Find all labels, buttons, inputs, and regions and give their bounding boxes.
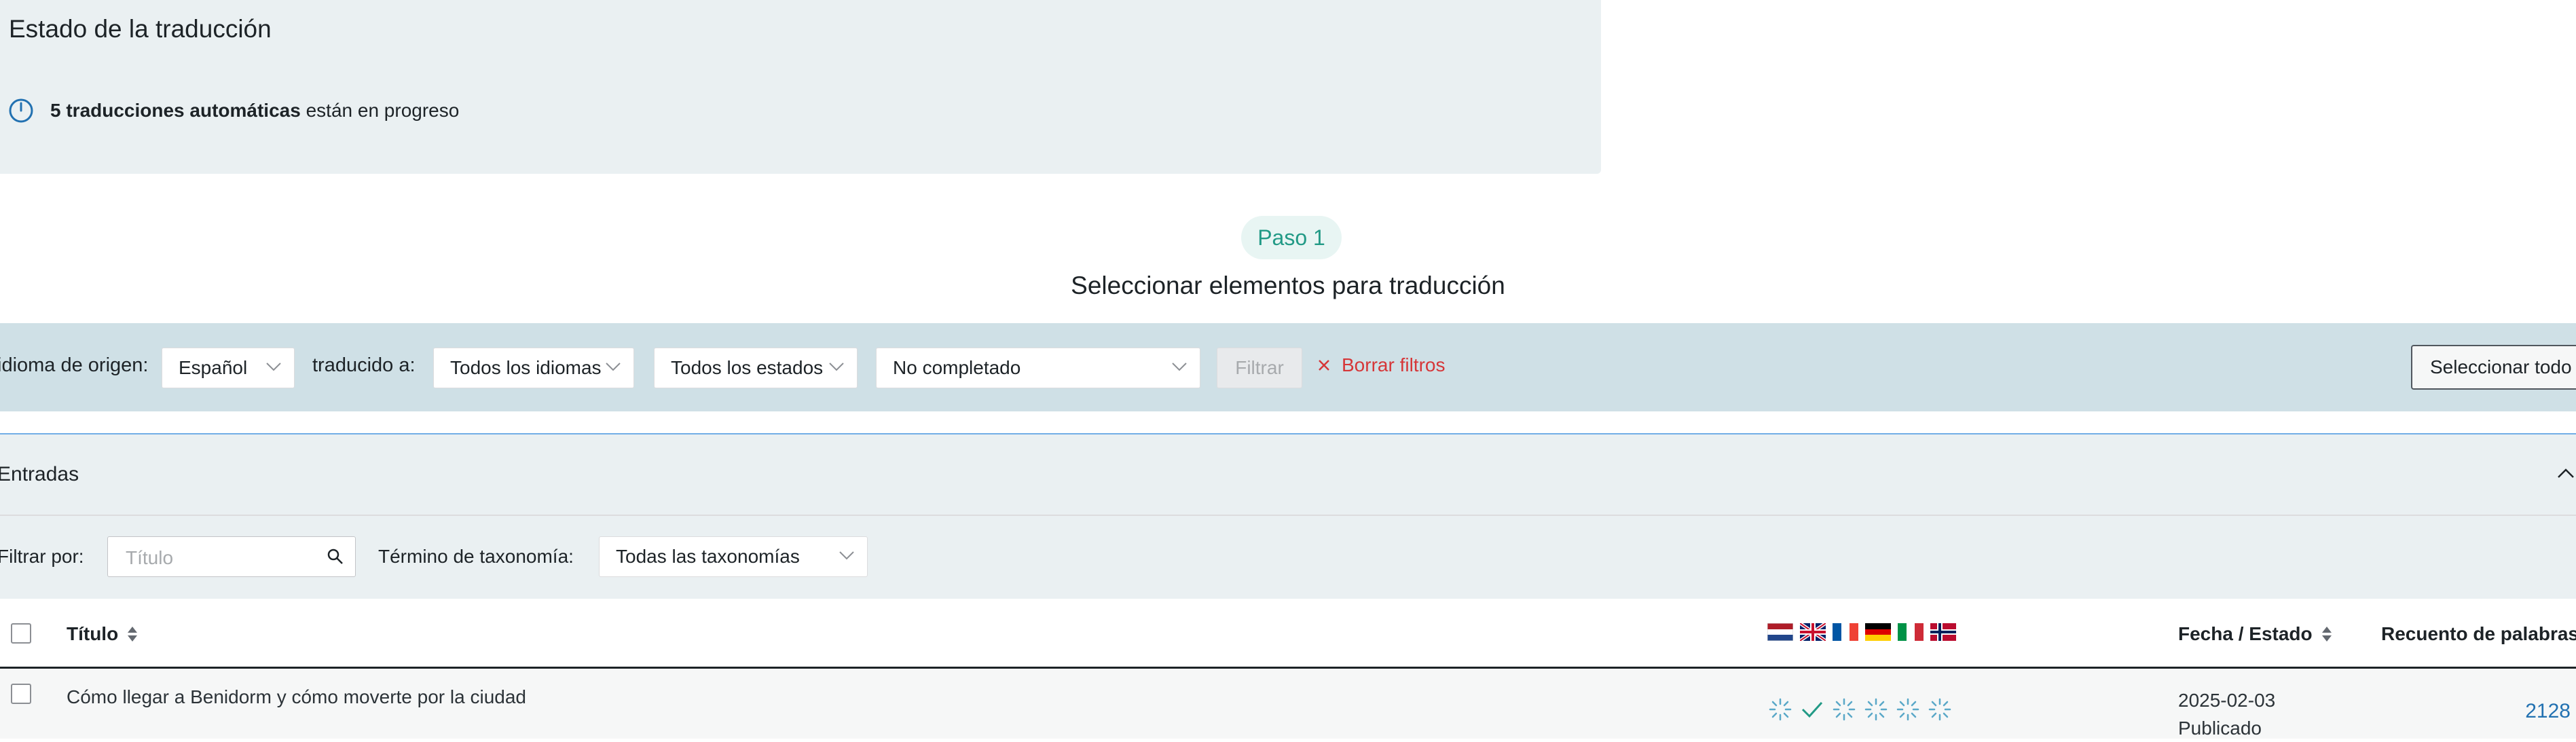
row-checkbox[interactable] [11,684,31,704]
row-date: 2025-02-03 [2178,690,2276,711]
in-progress-icon [1896,698,1919,721]
row-date-status: 2025-02-03 Publicado [2178,686,2275,742]
entries-header[interactable]: Entradas [0,434,2576,516]
chevron-down-icon [829,363,844,371]
step-badge: Paso 1 [1241,216,1342,259]
language-flags [1767,623,1963,641]
chevron-down-icon [606,363,621,371]
clear-filters-link[interactable]: Borrar filtros [1317,354,1445,376]
select-all-button[interactable]: Seleccionar todo [2411,345,2576,390]
select-all-checkbox[interactable] [11,623,31,644]
flag-no-icon [1930,623,1956,641]
clear-filters-label: Borrar filtros [1342,354,1446,375]
column-title-label: Título [67,623,119,644]
flag-it-icon [1898,623,1924,641]
search-icon[interactable] [327,548,344,565]
source-language-value: Español [179,357,248,378]
status-message: 5 traducciones automáticas están en prog… [8,98,459,124]
entries-title: Entradas [0,463,79,485]
status-suffix-text: están en progreso [300,100,460,121]
chevron-down-icon [839,551,854,560]
status-count-text: 5 traducciones automáticas [50,100,301,121]
entries-panel: Entradas Filtrar por: Término de taxonom… [0,433,2576,600]
taxonomy-label: Término de taxonomía: [378,546,574,567]
source-language-label: idioma de origen: [0,354,149,376]
filter-bar: idioma de origen: Español traducido a: T… [0,323,2576,411]
flag-de-icon [1865,623,1891,641]
check-icon [1801,701,1823,718]
in-progress-icon [1928,698,1951,721]
in-progress-icon [1769,698,1792,721]
filter-by-label: Filtrar por: [0,546,84,567]
table-header: Título Fecha / Estado Recuento de palabr… [0,599,2576,669]
chevron-down-icon [1172,363,1187,371]
title-search-input[interactable] [124,546,317,570]
column-word-count: Recuento de palabras [2381,623,2576,644]
translation-status-select[interactable]: Todos los estados [654,348,858,388]
flag-fr-icon [1833,623,1858,641]
source-language-select[interactable]: Español [162,348,295,388]
chevron-up-icon[interactable] [2556,463,2576,483]
sort-icon [2321,627,2332,642]
progress-clock-icon [9,98,33,123]
flag-en-icon [1800,623,1826,641]
target-language-label: traducido a: [312,354,416,376]
in-progress-icon [1833,698,1856,721]
table-row: Cómo llegar a Benidorm y cómo moverte po… [0,669,2576,739]
taxonomy-value: Todas las taxonomías [616,546,800,567]
row-word-count[interactable]: 2128 [2525,700,2571,723]
taxonomy-select[interactable]: Todas las taxonomías [599,536,868,577]
row-status: Publicado [2178,718,2262,739]
column-title[interactable]: Título [67,623,139,645]
completion-value: No completado [893,357,1021,378]
target-language-value: Todos los idiomas [450,357,602,378]
target-language-select[interactable]: Todos los idiomas [433,348,634,388]
translation-status-value: Todos los estados [671,357,824,378]
title-search-box [107,536,356,577]
translation-status-panel: Estado de la traducción 5 traducciones a… [0,0,1601,174]
status-title: Estado de la traducción [9,15,272,43]
filter-button[interactable]: Filtrar [1217,348,1302,388]
column-date-label: Fecha / Estado [2178,623,2313,644]
column-date-status[interactable]: Fecha / Estado [2178,623,2333,645]
flag-nl-icon [1767,623,1793,641]
language-status-icons [1768,697,1959,722]
completion-select[interactable]: No completado [876,348,1200,388]
sort-icon [128,627,138,642]
in-progress-icon [1864,698,1888,721]
step-title: Seleccionar elementos para traducción [1071,272,1505,299]
row-title[interactable]: Cómo llegar a Benidorm y cómo moverte po… [67,686,526,708]
chevron-down-icon [266,363,281,371]
close-icon [1319,360,1329,371]
